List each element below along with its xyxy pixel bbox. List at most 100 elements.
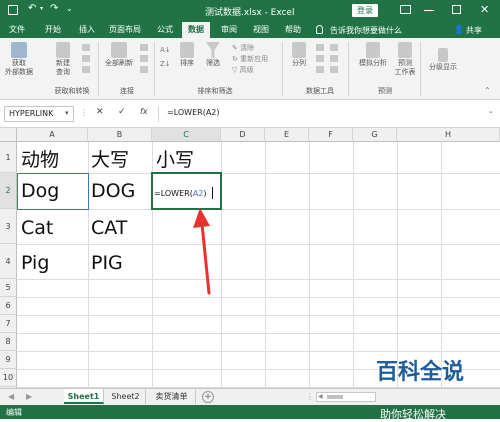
filter-button[interactable]: 筛选 xyxy=(202,42,224,68)
separator xyxy=(98,42,99,96)
undo-icon[interactable]: ↶ xyxy=(28,3,36,14)
tab-review[interactable]: 审阅 xyxy=(216,22,242,38)
refresh-all-button[interactable]: 全部刷新 xyxy=(102,42,136,68)
data-validation-icon[interactable] xyxy=(316,66,324,73)
tab-formulas[interactable]: 公式 xyxy=(152,22,178,38)
tab-split-handle-icon[interactable]: ⋮ xyxy=(306,392,314,401)
group-get-transform: 获取和转换 xyxy=(54,87,90,95)
get-external-data-button[interactable]: 获取 外部数据 xyxy=(4,42,34,77)
text-to-columns-button[interactable]: 分列 xyxy=(288,42,310,68)
formula-input[interactable]: =LOWER(A2) xyxy=(158,106,486,122)
edit-links-icon[interactable] xyxy=(140,66,148,73)
cancel-icon[interactable]: ✕ xyxy=(96,107,104,117)
separator xyxy=(154,42,155,96)
from-table-icon[interactable] xyxy=(82,55,90,62)
name-box-value: HYPERLINK xyxy=(9,109,54,118)
group-forecast: 预测 xyxy=(378,87,392,95)
split-icon xyxy=(292,42,306,58)
new-query-button[interactable]: 新建 查询 xyxy=(50,42,76,77)
what-if-analysis-button[interactable]: 模拟分析 xyxy=(354,42,392,68)
more-dots-icon: ⋮ xyxy=(80,108,88,117)
sort-descending-icon[interactable]: Z↓ xyxy=(160,60,171,68)
undo-dropdown-icon[interactable]: ▾ xyxy=(40,5,43,12)
advanced-button[interactable]: ▽ 高级 xyxy=(232,65,254,75)
recent-sources-icon[interactable] xyxy=(82,66,90,73)
sort-label: 排序 xyxy=(180,59,194,67)
refresh-all-label: 全部刷新 xyxy=(105,59,133,67)
redo-icon[interactable]: ↷ xyxy=(50,3,58,14)
share-button[interactable]: 共享 xyxy=(466,25,482,36)
properties-icon[interactable] xyxy=(140,55,148,62)
formula-bar: HYPERLINK ▾ ⋮ ✕ ✓ fx =LOWER(A2) ⌄ xyxy=(0,100,500,128)
worksheet-grid[interactable]: A B C D E F G H 1 2 3 4 5 6 7 8 9 10 11 xyxy=(0,128,500,388)
collapse-ribbon-icon[interactable]: ⌃ xyxy=(484,86,491,95)
save-icon[interactable] xyxy=(8,5,18,15)
show-queries-icon[interactable] xyxy=(82,44,90,51)
status-bar: 编辑 助你轻松解决 xyxy=(0,405,500,421)
customize-qat-icon[interactable]: ⌄ xyxy=(66,4,73,13)
separator xyxy=(348,42,349,96)
sort-ascending-icon[interactable]: A↓ xyxy=(160,46,171,54)
tab-insert[interactable]: 插入 xyxy=(74,22,100,38)
insert-function-icon[interactable]: fx xyxy=(140,107,148,116)
sort-button[interactable]: 排序 xyxy=(176,42,198,68)
forecast-sheet-button[interactable]: 预测 工作表 xyxy=(394,42,416,77)
outline-label: 分级显示 xyxy=(429,63,457,71)
get-data-label: 获取 外部数据 xyxy=(5,59,33,76)
ribbon-data: 获取 外部数据 新建 查询 获取和转换 全部刷新 连接 A↓ Z↓ 排序 筛选 … xyxy=(0,38,500,100)
name-box[interactable]: HYPERLINK ▾ xyxy=(4,106,74,122)
database-icon xyxy=(11,42,27,58)
tab-data[interactable]: 数据 xyxy=(182,22,210,38)
forecast-icon xyxy=(398,42,412,58)
close-icon[interactable]: ✕ xyxy=(480,3,489,16)
whatif-label: 模拟分析 xyxy=(359,59,387,67)
ribbon-display-icon[interactable] xyxy=(400,5,411,14)
tab-file[interactable]: 文件 xyxy=(4,22,30,38)
query-icon xyxy=(56,42,70,58)
share-icon[interactable]: 👤 xyxy=(454,25,464,34)
minimize-icon[interactable] xyxy=(424,10,434,11)
enter-icon[interactable]: ✓ xyxy=(118,107,126,117)
add-sheet-button[interactable]: + xyxy=(202,391,214,403)
expand-formula-bar-icon[interactable]: ⌄ xyxy=(488,107,494,115)
watermark-title: 百科全说 xyxy=(376,360,465,385)
scroll-tabs-left-icon[interactable]: ◀ xyxy=(8,392,14,401)
scroll-left-icon[interactable]: ◀ xyxy=(318,393,323,400)
arrow-head xyxy=(193,208,210,228)
clear-button[interactable]: ✎ 清除 xyxy=(232,43,254,53)
sheet-tab-sheet2[interactable]: Sheet2 xyxy=(106,389,146,404)
window-title: 测试数据.xlsx - Excel xyxy=(205,8,295,18)
scroll-thumb[interactable] xyxy=(327,395,343,399)
group-sort-filter: 排序和筛选 xyxy=(197,87,233,95)
horizontal-scrollbar[interactable]: ◀ xyxy=(316,392,376,402)
sort-icon xyxy=(180,42,194,58)
remove-duplicates-icon[interactable] xyxy=(316,55,324,62)
tell-me-input[interactable]: 告诉我你想要做什么 xyxy=(330,25,402,36)
sheet-tab-sales-list[interactable]: 卖货清单 xyxy=(148,389,196,404)
sheet-tab-sheet1[interactable]: Sheet1 xyxy=(64,389,104,404)
forecast-label: 预测 工作表 xyxy=(394,59,416,76)
split-label: 分列 xyxy=(292,59,306,67)
maximize-icon[interactable] xyxy=(452,5,461,14)
tab-home[interactable]: 开始 xyxy=(40,22,66,38)
what-if-icon xyxy=(366,42,380,58)
clear-label: 清除 xyxy=(240,44,255,52)
manage-data-model-icon[interactable] xyxy=(330,66,338,73)
filter-icon xyxy=(206,42,220,58)
flash-fill-icon[interactable] xyxy=(316,44,324,51)
watermark: 百科全说 xyxy=(372,354,492,388)
connections-icon[interactable] xyxy=(140,44,148,51)
watermark-subtitle: 助你轻松解决 xyxy=(380,408,446,421)
scroll-tabs-right-icon[interactable]: ▶ xyxy=(26,392,32,401)
login-button[interactable]: 登录 xyxy=(352,4,378,17)
tab-view[interactable]: 视图 xyxy=(248,22,274,38)
name-box-dropdown-icon[interactable]: ▾ xyxy=(65,109,69,117)
advanced-label: 高级 xyxy=(239,66,254,74)
tab-page-layout[interactable]: 页面布局 xyxy=(106,22,144,38)
outline-button[interactable]: 分级显示 xyxy=(426,48,460,72)
relationships-icon[interactable] xyxy=(330,55,338,62)
tab-help[interactable]: 帮助 xyxy=(280,22,306,38)
reapply-button[interactable]: ↻ 重新应用 xyxy=(232,54,268,64)
consolidate-icon[interactable] xyxy=(330,44,338,51)
separator xyxy=(420,42,421,96)
